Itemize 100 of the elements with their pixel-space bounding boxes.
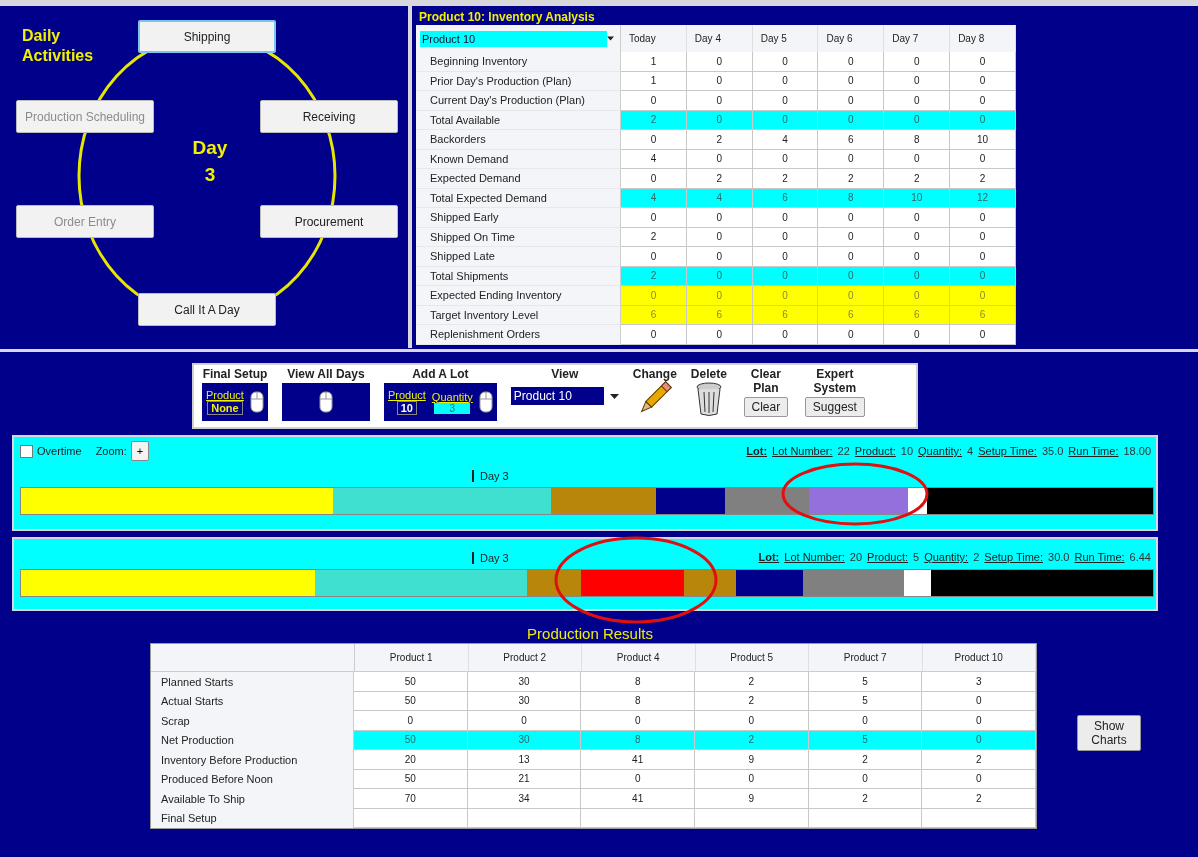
table-cell: 8: [818, 188, 885, 208]
table-cell: 0: [621, 208, 687, 228]
day-marker: Day 3: [480, 552, 509, 564]
table-cell: 41: [581, 789, 695, 809]
clear-button[interactable]: Clear: [743, 397, 789, 417]
row-label: Total Shipments: [416, 266, 621, 286]
column-header: Day 4: [686, 25, 753, 52]
quantity-field[interactable]: 3: [434, 402, 471, 414]
table-cell: 0: [950, 325, 1016, 345]
panel-title: Daily Activities: [22, 26, 95, 66]
product-link[interactable]: Product:: [867, 551, 909, 563]
table-cell: 0: [818, 110, 885, 130]
setup-time-link[interactable]: Setup Time:: [984, 551, 1043, 563]
table-cell: 0: [922, 730, 1037, 750]
product-link[interactable]: Product: [387, 389, 426, 401]
table-cell: 70: [354, 789, 468, 809]
table-cell: 50: [354, 730, 468, 750]
table-cell: 2: [621, 266, 687, 286]
setup-time-value: 35.0: [1041, 445, 1064, 457]
overtime-label: Overtime: [37, 445, 82, 457]
column-header: Today: [621, 25, 687, 52]
panel-title: Product 10: Inventory Analysis: [418, 10, 596, 25]
table-cell: 0: [808, 769, 923, 789]
mouse-icon: [478, 391, 493, 413]
table-cell: 1: [621, 52, 687, 72]
dropdown-arrow-icon: [607, 36, 614, 41]
quantity-link[interactable]: Quantity:: [918, 445, 963, 457]
product-link[interactable]: Product: [206, 389, 244, 401]
table-cell: 2: [695, 691, 809, 711]
row-label: Expected Demand: [416, 169, 621, 189]
table-cell: 8: [581, 691, 695, 711]
table-cell: 50: [354, 672, 468, 692]
column-header: Product 4: [582, 644, 696, 671]
table-cell: 2: [808, 750, 923, 770]
table-cell: 0: [686, 325, 753, 345]
trash-can-icon[interactable]: [693, 381, 724, 417]
zoom-label: Zoom:: [95, 445, 127, 457]
row-label: Produced Before Noon: [151, 769, 354, 789]
table-cell: 0: [950, 71, 1016, 91]
activity-button[interactable]: Procurement: [260, 205, 398, 238]
lot-number-value: 22: [837, 445, 850, 457]
table-cell: 0: [752, 247, 819, 267]
table-cell: 0: [884, 325, 951, 345]
table-cell: 41: [581, 750, 695, 770]
table-cell: 4: [621, 188, 687, 208]
activity-button[interactable]: Shipping: [138, 20, 276, 53]
group-title: Delete: [690, 367, 727, 381]
product-link[interactable]: Product:: [854, 445, 896, 457]
table-cell: 0: [950, 91, 1016, 111]
zoom-in-button[interactable]: +: [130, 441, 150, 461]
group-title: View All Days: [287, 367, 365, 381]
lot-number-link[interactable]: Lot Number:: [784, 551, 845, 563]
table-cell: 4: [621, 149, 687, 169]
table-cell: 0: [922, 769, 1037, 789]
pencil-icon[interactable]: [637, 381, 672, 415]
table-cell: 0: [752, 286, 819, 306]
table-cell: 0: [950, 110, 1016, 130]
table-cell: 0: [884, 266, 951, 286]
day-label: Day 3: [191, 136, 229, 187]
table-cell: 0: [818, 52, 885, 72]
table-cell: 0: [808, 711, 923, 731]
product-value: None: [207, 401, 243, 415]
suggest-button[interactable]: Suggest: [804, 397, 865, 417]
activity-button[interactable]: Call It A Day: [138, 293, 276, 326]
setup-time-value: 30.0: [1048, 551, 1070, 563]
row-label: Inventory Before Production: [151, 750, 354, 770]
quantity-link[interactable]: Quantity:: [924, 551, 969, 563]
run-time-value: 18.00: [1123, 445, 1151, 457]
table-cell: 0: [752, 71, 819, 91]
group-title: Clear Plan: [749, 367, 782, 395]
row-label: Net Production: [151, 730, 354, 750]
table-cell: 6: [818, 130, 885, 150]
table-cell: 0: [818, 91, 885, 111]
run-time-link[interactable]: Run Time:: [1068, 445, 1119, 457]
table-cell: 8: [581, 730, 695, 750]
row-label: Total Available: [416, 110, 621, 130]
table-cell: 0: [884, 247, 951, 267]
table-cell: 0: [695, 711, 809, 731]
row-label: Shipped On Time: [416, 227, 621, 247]
run-time-link[interactable]: Run Time:: [1074, 551, 1125, 563]
lot-link[interactable]: Lot:: [746, 445, 768, 457]
table-cell: 0: [884, 91, 951, 111]
lot-number-link[interactable]: Lot Number:: [772, 445, 833, 457]
table-cell: 2: [752, 169, 819, 189]
table-cell: 50: [354, 769, 468, 789]
overtime-checkbox[interactable]: [20, 444, 33, 458]
setup-time-link[interactable]: Setup Time:: [978, 445, 1037, 457]
activity-button[interactable]: Receiving: [260, 100, 398, 133]
lot-link[interactable]: Lot:: [758, 551, 780, 563]
table-cell: 0: [581, 711, 695, 731]
quantity-link[interactable]: Quantity: [431, 390, 473, 403]
row-label: Current Day's Production (Plan): [416, 91, 621, 111]
table-cell: 0: [884, 71, 951, 91]
table-cell: 2: [695, 730, 809, 750]
table-cell: 30: [467, 691, 582, 711]
table-cell: 2: [950, 169, 1016, 189]
show-charts-button[interactable]: Show Charts: [1077, 715, 1141, 751]
mouse-icon: [318, 391, 333, 413]
table-cell: 0: [818, 266, 885, 286]
column-header: Product 10: [922, 644, 1036, 671]
